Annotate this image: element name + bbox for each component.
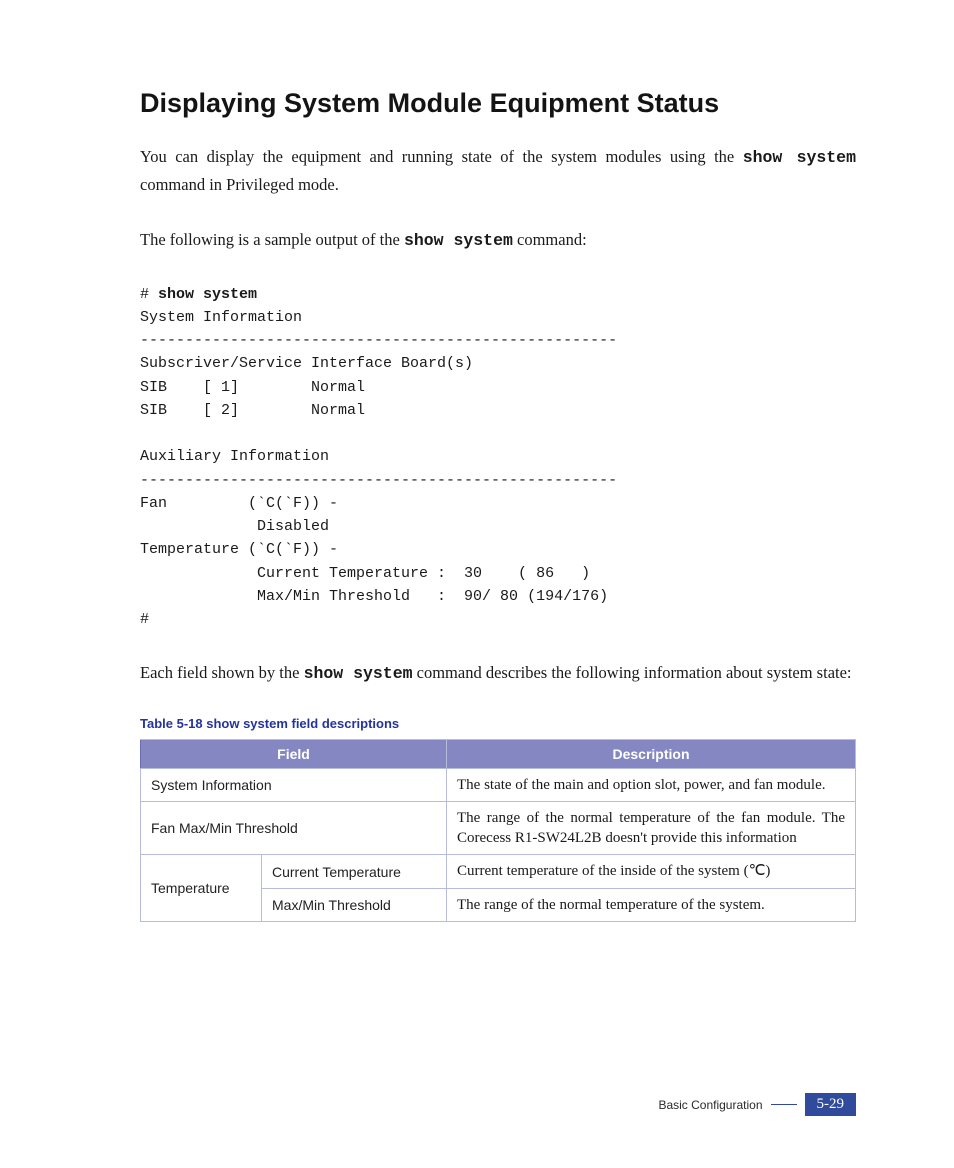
intro-post: command in Privileged mode. [140, 175, 339, 194]
code-l1: System Information [140, 309, 302, 326]
code-l4: SIB [ 1] Normal [140, 379, 365, 396]
sample-pre: The following is a sample output of the [140, 230, 404, 249]
code-l10: Temperature (`C(`F)) - [140, 541, 338, 558]
sample-post: command: [513, 230, 587, 249]
code-l8: Fan (`C(`F)) - [140, 495, 338, 512]
page-footer: Basic Configuration 5-29 [658, 1093, 856, 1116]
each-field-cmd: show system [304, 664, 413, 683]
code-blank [140, 425, 149, 442]
code-show-system: show system [158, 286, 257, 303]
code-l13: # [140, 611, 149, 628]
cell-field: Fan Max/Min Threshold [141, 801, 447, 855]
code-l7: ----------------------------------------… [140, 472, 617, 489]
code-output: # show system System Information -------… [140, 283, 856, 632]
cell-desc: The range of the normal temperature of t… [447, 801, 856, 855]
footer-label: Basic Configuration [658, 1098, 762, 1112]
code-l11: Current Temperature : 30 ( 86 ) [140, 565, 590, 582]
code-l9: Disabled [140, 518, 329, 535]
intro-the: the [714, 147, 743, 166]
cell-desc: Current temperature of the inside of the… [447, 855, 856, 888]
code-l6: Auxiliary Information [140, 448, 329, 465]
table-row: Fan Max/Min Threshold The range of the n… [141, 801, 856, 855]
table-row: System Information The state of the main… [141, 768, 856, 801]
footer-page-number: 5-29 [805, 1093, 857, 1116]
cell-field: System Information [141, 768, 447, 801]
cell-field-group: Temperature [141, 855, 262, 922]
cell-desc: The state of the main and option slot, p… [447, 768, 856, 801]
page-heading: Displaying System Module Equipment Statu… [140, 88, 856, 119]
code-l3: Subscriver/Service Interface Board(s) [140, 355, 473, 372]
cell-subfield: Max/Min Threshold [262, 888, 447, 921]
th-description: Description [447, 739, 856, 768]
cell-subfield: Current Temperature [262, 855, 447, 888]
code-l12: Max/Min Threshold : 90/ 80 (194/176) [140, 588, 608, 605]
cell-desc: The range of the normal temperature of t… [447, 888, 856, 921]
each-field-pre: Each field shown by the [140, 663, 304, 682]
sample-line: The following is a sample output of the … [140, 226, 856, 254]
code-hash: # [140, 286, 158, 303]
table-row: Temperature Current Temperature Current … [141, 855, 856, 888]
code-l5: SIB [ 2] Normal [140, 402, 365, 419]
th-field: Field [141, 739, 447, 768]
intro-pre: You can display the equipment and runnin… [140, 147, 714, 166]
each-field-paragraph: Each field shown by the show system comm… [140, 659, 856, 687]
intro-paragraph: You can display the equipment and runnin… [140, 143, 856, 198]
field-descriptions-table: Field Description System Information The… [140, 739, 856, 922]
table-caption: Table 5-18 show system field description… [140, 716, 856, 731]
footer-dash [771, 1104, 797, 1105]
sample-cmd: show system [404, 231, 513, 250]
each-field-post: command describes the following informat… [413, 663, 852, 682]
show-system-cmd: show system [743, 148, 856, 167]
code-l2: ----------------------------------------… [140, 332, 617, 349]
